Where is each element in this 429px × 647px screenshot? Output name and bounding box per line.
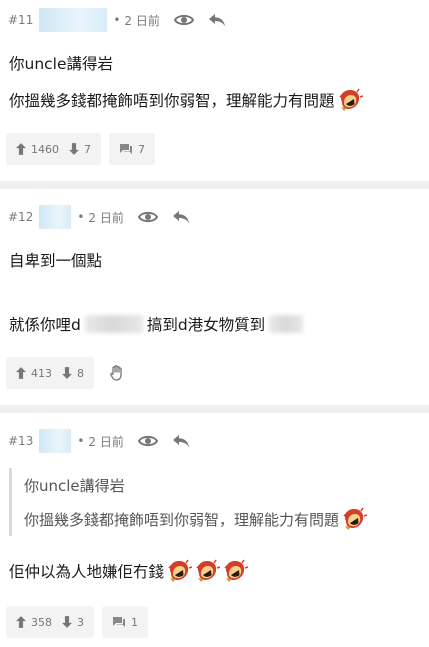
thumb-up-arrow-icon bbox=[16, 616, 26, 628]
post-line: 你uncle講得岩 bbox=[9, 55, 114, 73]
post-meta: #13 • 2 日前 bbox=[8, 429, 190, 453]
dislike-count-value: 7 bbox=[84, 142, 91, 156]
post-line: 就係你哩d 搞到d港女物質到 bbox=[9, 313, 307, 335]
shout-emoji-icon bbox=[341, 507, 367, 531]
username-redacted[interactable] bbox=[39, 8, 108, 32]
post-meta: #11 • 2 日前 bbox=[8, 8, 226, 32]
like-count[interactable]: 413 bbox=[16, 367, 52, 380]
dislike-count[interactable]: 8 bbox=[62, 367, 84, 380]
post-time: 2 日前 bbox=[124, 13, 160, 28]
dislike-count[interactable]: 3 bbox=[62, 616, 84, 629]
post-line-text: 搞到d港女物質到 bbox=[146, 316, 266, 334]
floor-number: #11 bbox=[8, 13, 34, 27]
vote-button[interactable]: 358 3 bbox=[6, 606, 94, 638]
floor-number: #13 bbox=[8, 434, 34, 448]
thumb-up-arrow-icon bbox=[16, 143, 26, 155]
post-line: 你搵幾多錢都掩飾唔到你弱智，理解能力有問題 bbox=[9, 88, 363, 112]
vote-button[interactable]: 413 8 bbox=[6, 357, 94, 389]
thumb-up-arrow-icon bbox=[16, 367, 26, 379]
reply-count-button[interactable]: 1 bbox=[102, 606, 148, 638]
eye-icon[interactable] bbox=[138, 434, 158, 448]
redacted-text bbox=[84, 315, 143, 333]
reply-arrow-icon[interactable] bbox=[172, 434, 190, 448]
post-line-text: 你搵幾多錢都掩飾唔到你弱智，理解能力有問題 bbox=[9, 92, 335, 110]
dislike-count-value: 8 bbox=[77, 366, 84, 380]
post-line: 佢仲以為人地嫌佢冇錢 bbox=[9, 559, 248, 583]
thumb-down-arrow-icon bbox=[69, 143, 79, 155]
dislike-count[interactable]: 7 bbox=[69, 143, 91, 156]
wave-hand-icon[interactable] bbox=[102, 357, 132, 389]
shout-emoji-icon bbox=[194, 559, 220, 583]
like-count[interactable]: 358 bbox=[16, 616, 52, 629]
separator-dot: • bbox=[77, 434, 85, 448]
like-count-value: 413 bbox=[31, 366, 52, 380]
eye-icon[interactable] bbox=[174, 13, 194, 27]
username-redacted[interactable] bbox=[39, 429, 72, 453]
thumb-down-arrow-icon bbox=[62, 616, 72, 628]
shout-emoji-icon bbox=[222, 559, 248, 583]
post-time: 2 日前 bbox=[88, 210, 124, 225]
post-line-text: 佢仲以為人地嫌佢冇錢 bbox=[9, 563, 165, 581]
separator-dot: • bbox=[77, 210, 85, 224]
reply-arrow-icon[interactable] bbox=[172, 210, 190, 224]
floor-number: #12 bbox=[8, 210, 34, 224]
vote-button[interactable]: 1460 7 bbox=[6, 133, 101, 165]
quote-line: 你uncle講得岩 bbox=[24, 476, 125, 495]
quoted-post: 你uncle講得岩 你搵幾多錢都掩飾唔到你弱智，理解能力有問題 bbox=[9, 468, 421, 536]
like-count-value: 358 bbox=[31, 615, 52, 629]
post-meta: #12 • 2 日前 bbox=[8, 205, 190, 229]
reply-count-button[interactable]: 7 bbox=[109, 133, 155, 165]
eye-icon[interactable] bbox=[138, 210, 158, 224]
reply-count-value: 1 bbox=[131, 615, 138, 629]
redacted-text bbox=[269, 315, 304, 333]
like-count-value: 1460 bbox=[31, 142, 59, 156]
post-time: 2 日前 bbox=[88, 434, 124, 449]
post-card: #11 • 2 日前 你uncle講得岩 你搵幾多錢都掩飾唔到你弱智，理解能力有… bbox=[0, 0, 429, 181]
post-card: #12 • 2 日前 自卑到一個點 就係你哩d 搞到d港女物質到 413 8 bbox=[0, 189, 429, 405]
separator-dot: • bbox=[113, 13, 121, 27]
thumb-down-arrow-icon bbox=[62, 367, 72, 379]
post-line: 自卑到一個點 bbox=[9, 252, 103, 270]
action-bar: 358 3 1 bbox=[6, 606, 156, 638]
post-line-text: 就係你哩d bbox=[9, 316, 81, 334]
action-bar: 1460 7 7 bbox=[6, 133, 163, 165]
reply-arrow-icon[interactable] bbox=[208, 13, 226, 27]
dislike-count-value: 3 bbox=[77, 615, 84, 629]
shout-emoji-icon bbox=[166, 559, 192, 583]
quote-line-text: 你搵幾多錢都掩飾唔到你弱智，理解能力有問題 bbox=[24, 510, 340, 529]
comment-bubble-icon bbox=[112, 616, 126, 628]
username-redacted[interactable] bbox=[39, 205, 72, 229]
comment-bubble-icon bbox=[119, 143, 133, 155]
shout-emoji-icon bbox=[337, 88, 363, 112]
reply-count-value: 7 bbox=[138, 142, 145, 156]
action-bar: 413 8 bbox=[6, 357, 132, 389]
quote-line: 你搵幾多錢都掩飾唔到你弱智，理解能力有問題 bbox=[24, 502, 421, 536]
post-card: #13 • 2 日前 你uncle講得岩 你搵幾多錢都掩飾唔到你弱智，理解能力有… bbox=[0, 413, 429, 647]
like-count[interactable]: 1460 bbox=[16, 143, 59, 156]
